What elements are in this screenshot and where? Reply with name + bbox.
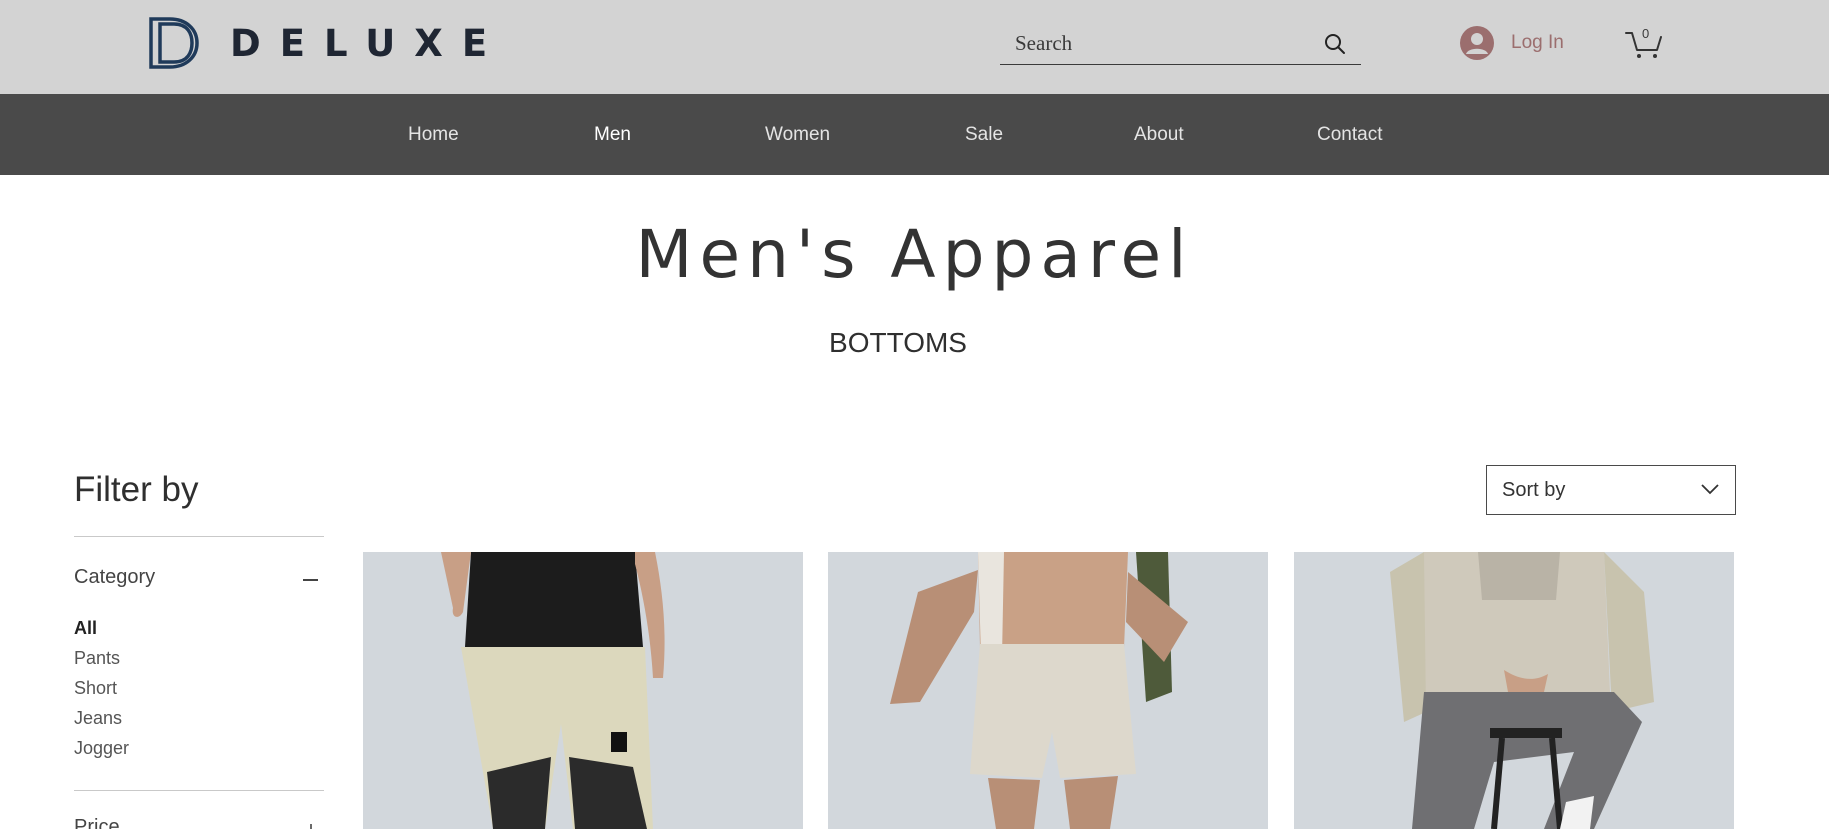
site-header: DELUXE Log In 0 [0,0,1829,94]
page-title: Men's Apparel [635,216,1194,293]
category-item-jogger[interactable]: Jogger [74,737,129,767]
page-subtitle: BOTTOMS [829,327,967,358]
jeans-product-image [1294,552,1734,829]
category-item-short[interactable]: Short [74,677,129,707]
sort-label: Sort by [1502,479,1566,501]
nav-men[interactable]: Men [594,124,631,146]
category-item-jeans[interactable]: Jeans [74,707,129,737]
product-card[interactable] [363,552,803,829]
minus-icon [303,579,318,581]
nav-home[interactable]: Home [408,124,459,146]
shorts-product-image [828,552,1268,829]
price-label: Price [74,816,120,829]
sort-dropdown[interactable]: Sort by [1486,465,1736,515]
product-card[interactable] [828,552,1268,829]
product-card[interactable] [1294,552,1734,829]
login-button[interactable]: Log In [1460,26,1564,60]
filter-divider [74,790,324,791]
nav-about[interactable]: About [1134,124,1184,146]
brand-logo[interactable]: DELUXE [148,16,506,70]
brand-name: DELUXE [230,21,507,65]
nav-women[interactable]: Women [765,124,830,146]
nav-sale[interactable]: Sale [965,124,1003,146]
login-label: Log In [1511,32,1564,53]
category-label: Category [74,566,156,588]
double-d-logo-icon [149,17,199,69]
search-bar [1000,24,1361,65]
search-icon[interactable] [1323,32,1347,56]
pants-product-image [363,552,803,829]
avatar-icon [1460,26,1494,60]
filter-divider [74,536,324,537]
nav-contact[interactable]: Contact [1317,124,1382,146]
category-filter-toggle[interactable]: Category [74,566,324,592]
main-nav: Home Men Women Sale About Contact [0,94,1829,175]
category-item-all[interactable]: All [74,617,129,647]
category-list: All Pants Short Jeans Jogger [74,617,129,767]
price-filter-toggle[interactable]: Price [74,816,324,829]
plus-icon [310,824,312,829]
cart-button[interactable]: 0 [1624,26,1664,60]
filter-title: Filter by [74,470,199,509]
cart-count: 0 [1642,26,1650,41]
search-input[interactable] [1015,28,1315,58]
category-item-pants[interactable]: Pants [74,647,129,677]
chevron-down-icon [1701,484,1719,495]
